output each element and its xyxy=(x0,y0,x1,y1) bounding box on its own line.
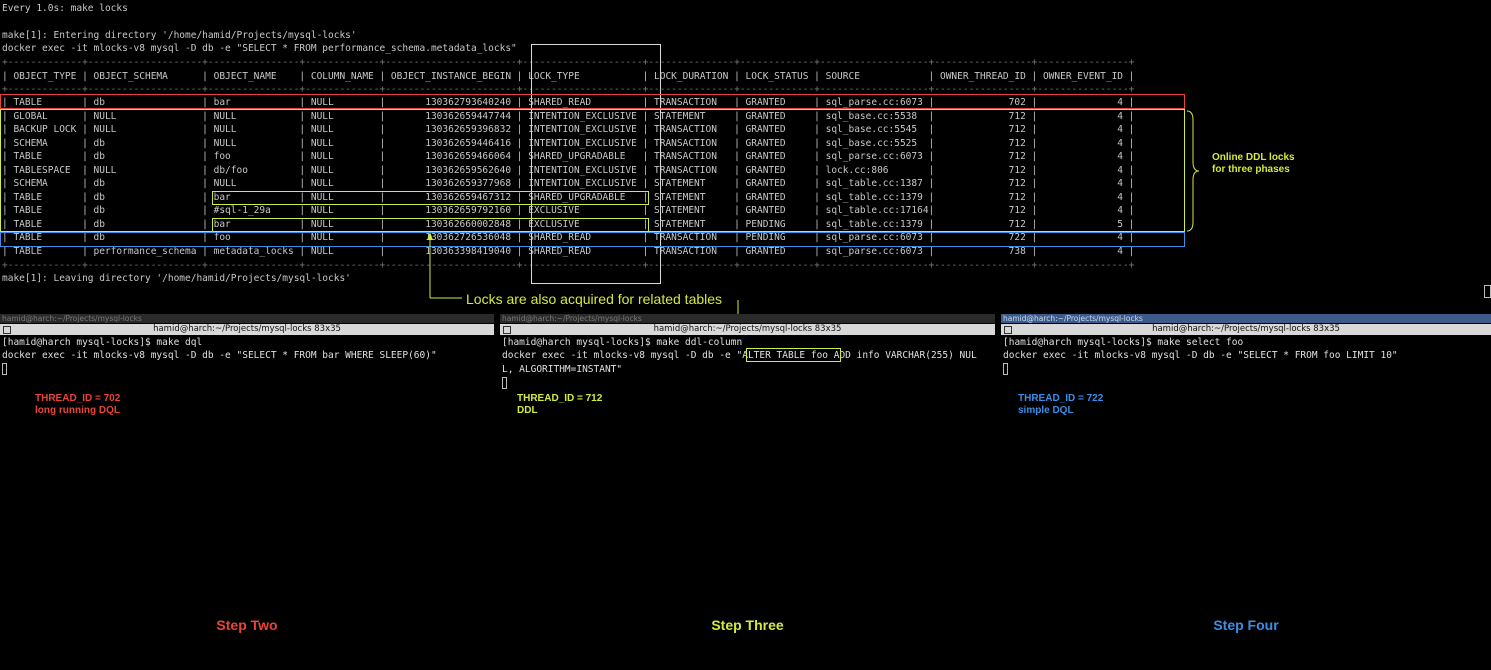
thread-description: long running DQL xyxy=(35,405,120,416)
query-command: docker exec -it mlocks-v8 mysql -D db -e… xyxy=(2,43,517,54)
brace-icon xyxy=(1186,110,1200,232)
step-label: Step Three xyxy=(711,617,784,633)
terminal-title: hamid@harch:~/Projects/mysql-locks 83x35 xyxy=(1152,324,1340,334)
shell-command: docker exec -it mlocks-v8 mysql -D db -e… xyxy=(502,350,977,361)
step-label: Step Two xyxy=(216,617,278,633)
step-label: Step Four xyxy=(1213,617,1279,633)
thread-description: simple DQL xyxy=(1018,405,1074,416)
thread-id-label: THREAD_ID = 702 xyxy=(35,393,121,404)
thread-id-label: THREAD_ID = 722 xyxy=(1018,393,1104,404)
related-tables-annotation: Locks are also acquired for related tabl… xyxy=(466,291,723,307)
terminal-tab[interactable]: hamid@harch:~/Projects/mysql-locks xyxy=(500,314,995,323)
thread-id-label: THREAD_ID = 712 xyxy=(517,393,603,404)
terminal-tab[interactable]: hamid@harch:~/Projects/mysql-locks xyxy=(0,314,494,323)
terminal-titlebar[interactable]: hamid@harch:~/Projects/mysql-locks 83x35 xyxy=(0,324,494,335)
thread-description: DDL xyxy=(517,405,538,416)
related-bar-box-1 xyxy=(212,191,649,205)
terminal-title: hamid@harch:~/Projects/mysql-locks 83x35 xyxy=(153,324,341,334)
terminal-titlebar[interactable]: hamid@harch:~/Projects/mysql-locks 83x35 xyxy=(1001,324,1491,335)
terminal-tab[interactable]: hamid@harch:~/Projects/mysql-locks xyxy=(1001,314,1491,323)
terminal-window-3[interactable]: hamid@harch:~/Projects/mysql-locks hamid@… xyxy=(1001,314,1491,670)
cursor xyxy=(502,377,507,389)
shell-command-wrap: L, ALGORITHM=INSTANT" xyxy=(502,364,623,375)
alter-table-highlight-box xyxy=(746,348,841,362)
cursor xyxy=(1003,363,1008,375)
window-menu-icon[interactable] xyxy=(3,326,11,334)
watch-terminal[interactable]: Every 1.0s: make locks make[1]: Entering… xyxy=(0,0,1491,356)
leave-directory-line: make[1]: Leaving directory '/home/hamid/… xyxy=(2,273,351,284)
terminal-titlebar[interactable]: hamid@harch:~/Projects/mysql-locks 83x35 xyxy=(500,324,995,335)
terminal-window-2[interactable]: hamid@harch:~/Projects/mysql-locks hamid@… xyxy=(500,314,995,670)
shell-command: docker exec -it mlocks-v8 mysql -D db -e… xyxy=(1003,350,1398,361)
enter-directory-line: make[1]: Entering directory '/home/hamid… xyxy=(2,30,357,41)
watch-header: Every 1.0s: make locks xyxy=(2,3,128,14)
shell-prompt: [hamid@harch mysql-locks]$ make dql xyxy=(2,337,203,348)
thread-702-row-box xyxy=(0,94,1185,109)
scrollbar-handle[interactable] xyxy=(1484,285,1491,298)
window-menu-icon[interactable] xyxy=(503,326,511,334)
cursor xyxy=(2,363,7,375)
online-ddl-rows-box xyxy=(0,109,1185,232)
shell-prompt: [hamid@harch mysql-locks]$ make select f… xyxy=(1003,337,1244,348)
online-ddl-annotation: Online DDL locks for three phases xyxy=(1212,152,1295,175)
window-menu-icon[interactable] xyxy=(1004,326,1012,334)
shell-command: docker exec -it mlocks-v8 mysql -D db -e… xyxy=(2,350,437,361)
terminal-window-1[interactable]: hamid@harch:~/Projects/mysql-locks hamid@… xyxy=(0,314,494,670)
shell-prompt: [hamid@harch mysql-locks]$ make ddl-colu… xyxy=(502,337,743,348)
terminal-title: hamid@harch:~/Projects/mysql-locks 83x35 xyxy=(653,324,842,334)
